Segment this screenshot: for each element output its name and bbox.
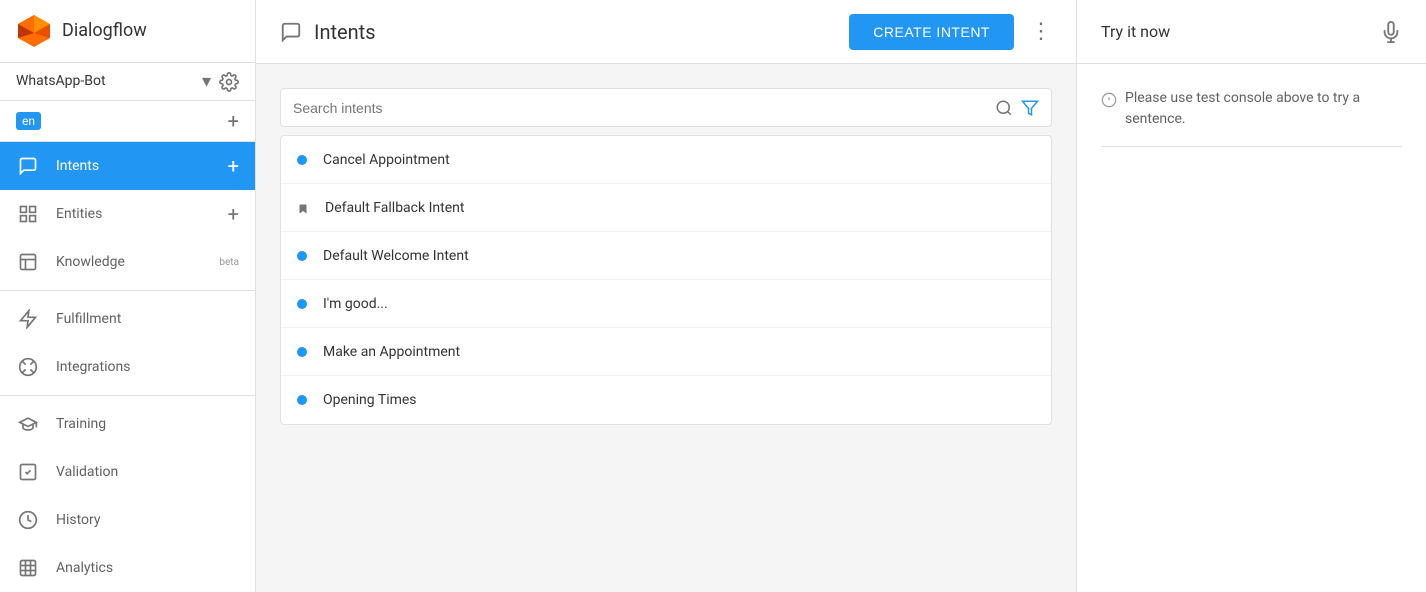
search-icon[interactable] [995, 97, 1013, 118]
right-panel: Try it now Please use test console above… [1076, 0, 1426, 592]
info-icon [1101, 89, 1117, 108]
sidebar-item-integrations[interactable]: Integrations [0, 343, 255, 391]
sidebar-entities-label: Entities [56, 206, 228, 222]
search-input[interactable] [293, 100, 995, 116]
microphone-icon[interactable] [1380, 19, 1402, 44]
right-panel-header: Try it now [1077, 0, 1426, 64]
add-entity-icon[interactable]: + [228, 202, 239, 226]
page-title: Intents [314, 20, 849, 44]
sidebar-nav: Intents + Entities + Knowledge [0, 142, 255, 592]
intent-list: Cancel Appointment Default Fallback Inte… [280, 135, 1052, 425]
intent-name: Default Welcome Intent [323, 248, 469, 264]
entities-icon [16, 202, 40, 226]
main-header: Intents CREATE INTENT ⋮ [256, 0, 1076, 64]
training-icon [16, 412, 40, 436]
agent-selector[interactable]: WhatsApp-Bot ▾ [0, 63, 255, 101]
agent-dropdown-icon[interactable]: ▾ [202, 71, 211, 92]
sidebar-item-entities[interactable]: Entities + [0, 190, 255, 238]
main-body: Cancel Appointment Default Fallback Inte… [256, 64, 1076, 592]
language-badge[interactable]: en [16, 112, 41, 130]
filter-icon[interactable] [1021, 97, 1039, 118]
intent-name: Make an Appointment [323, 344, 460, 360]
add-intent-icon[interactable]: + [228, 154, 239, 178]
right-panel-body: Please use test console above to try a s… [1077, 64, 1426, 171]
intent-bookmark-icon [297, 201, 309, 215]
sidebar-intents-label: Intents [56, 158, 228, 174]
intent-name: I'm good... [323, 296, 388, 312]
knowledge-beta-badge: beta [219, 257, 239, 268]
main-content: Intents CREATE INTENT ⋮ Cancel Appoin [256, 0, 1076, 592]
sidebar-item-knowledge[interactable]: Knowledge beta [0, 238, 255, 286]
analytics-icon [16, 556, 40, 580]
panel-divider [1101, 146, 1402, 147]
intent-item[interactable]: Opening Times [281, 376, 1051, 424]
intents-icon [16, 154, 40, 178]
add-language-icon[interactable]: + [228, 109, 239, 133]
app-name: Dialogflow [62, 20, 147, 41]
search-bar [280, 88, 1052, 127]
try-it-now-label: Try it now [1101, 22, 1380, 41]
intent-item[interactable]: Cancel Appointment [281, 136, 1051, 184]
fulfillment-icon [16, 307, 40, 331]
sidebar: Dialogflow WhatsApp-Bot ▾ en + Intents + [0, 0, 256, 592]
intent-status-dot [297, 347, 307, 357]
history-icon [16, 508, 40, 532]
dialogflow-logo-icon [16, 13, 52, 49]
integrations-icon [16, 355, 40, 379]
sidebar-item-validation[interactable]: Validation [0, 448, 255, 496]
sidebar-item-fulfillment[interactable]: Fulfillment [0, 295, 255, 343]
sidebar-logo-header: Dialogflow [0, 0, 255, 63]
intent-status-dot [297, 395, 307, 405]
sidebar-item-intents[interactable]: Intents + [0, 142, 255, 190]
intent-status-dot [297, 299, 307, 309]
create-intent-button[interactable]: CREATE INTENT [849, 14, 1014, 50]
intent-name: Opening Times [323, 392, 417, 408]
language-row: en + [0, 101, 255, 142]
sidebar-integrations-label: Integrations [56, 359, 239, 375]
intent-item[interactable]: Default Welcome Intent [281, 232, 1051, 280]
sidebar-fulfillment-label: Fulfillment [56, 311, 239, 327]
more-options-icon[interactable]: ⋮ [1030, 19, 1052, 44]
sidebar-validation-label: Validation [56, 464, 239, 480]
validation-icon [16, 460, 40, 484]
nav-divider-1 [0, 290, 255, 291]
sidebar-item-analytics[interactable]: Analytics [0, 544, 255, 592]
sidebar-training-label: Training [56, 416, 239, 432]
knowledge-icon [16, 250, 40, 274]
sidebar-item-history[interactable]: History [0, 496, 255, 544]
intent-item[interactable]: Make an Appointment [281, 328, 1051, 376]
intents-header-icon [280, 19, 302, 44]
intent-item[interactable]: I'm good... [281, 280, 1051, 328]
intent-status-dot [297, 155, 307, 165]
agent-settings-icon[interactable] [219, 71, 239, 92]
sidebar-history-label: History [56, 512, 239, 528]
sidebar-knowledge-label: Knowledge [56, 254, 217, 270]
sidebar-analytics-label: Analytics [56, 560, 239, 576]
info-row: Please use test console above to try a s… [1101, 88, 1402, 130]
intent-name: Cancel Appointment [323, 152, 450, 168]
nav-divider-2 [0, 395, 255, 396]
sidebar-item-training[interactable]: Training [0, 400, 255, 448]
intent-item[interactable]: Default Fallback Intent [281, 184, 1051, 232]
intent-status-dot [297, 251, 307, 261]
intent-name: Default Fallback Intent [325, 200, 464, 216]
agent-name: WhatsApp-Bot [16, 73, 202, 89]
info-text: Please use test console above to try a s… [1125, 88, 1402, 130]
